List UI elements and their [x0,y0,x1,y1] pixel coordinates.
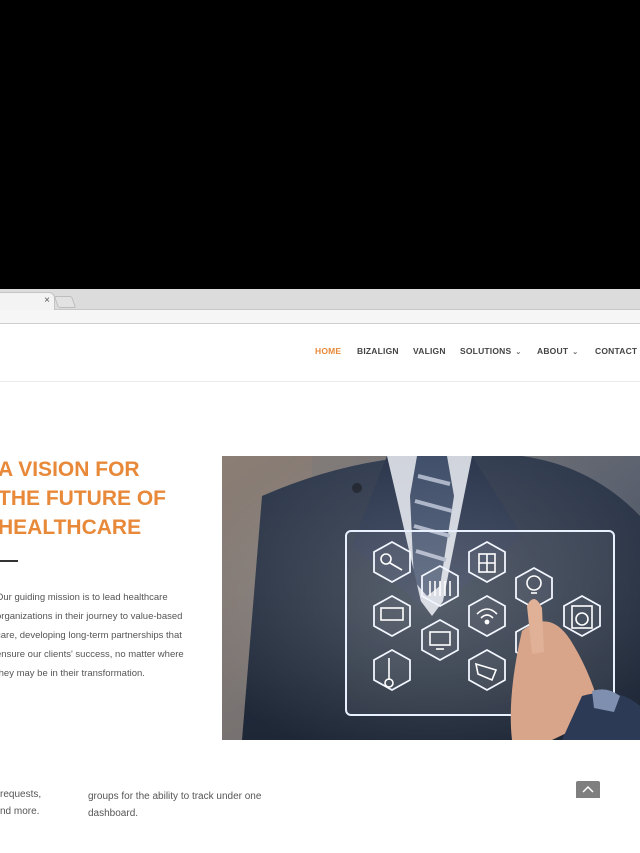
bottom-left-text: requests, nd more. [0,786,41,820]
black-letterbox [0,0,640,289]
mission-line: care, developing long-term partnerships … [0,630,182,641]
nav-valign[interactable]: VALIGN [413,346,446,356]
nav-bizalign[interactable]: BIZALIGN [357,346,399,356]
mission-line: ensure our clients' success, no matter w… [0,649,184,660]
nav-home[interactable]: HOME [315,346,341,356]
tab-strip: × [0,289,640,310]
businessman-touchscreen-illustration [222,456,640,740]
hero-title-line: HEALTHCARE [0,516,142,539]
mission-line: organizations in their journey to value-… [0,611,183,622]
hero-image [222,456,640,740]
bottom-mid-line: dashboard. [88,808,139,819]
browser-tab[interactable]: × [0,292,55,310]
browser-toolbar [0,310,640,323]
hero-title: A VISION FOR THE FUTURE OF HEALTHCARE [0,455,213,542]
nav-about[interactable]: ABOUT ⌄ [537,346,578,356]
bottom-mid-line: groups for the ability to track under on… [88,791,262,802]
chevron-up-icon [582,785,594,793]
nav-about-label: ABOUT [537,346,569,356]
chevron-down-icon: ⌄ [515,349,522,356]
title-divider [0,560,18,562]
chevron-down-icon: ⌄ [572,349,579,356]
hero-title-line: A VISION FOR [0,458,140,481]
nav-solutions-label: SOLUTIONS [460,346,512,356]
nav-contact[interactable]: CONTACT U [595,346,640,356]
scroll-to-top-button[interactable] [576,781,600,798]
nav-solutions[interactable]: SOLUTIONS ⌄ [460,346,521,356]
mission-statement: Our guiding mission is to lead healthcar… [0,588,196,683]
hero-title-line: THE FUTURE OF [0,487,166,510]
mission-line: they may be in their transformation. [0,668,145,679]
bottom-left-line: nd more. [0,806,40,817]
browser-chrome: × [0,289,640,324]
web-page: HOME BIZALIGN VALIGN SOLUTIONS ⌄ ABOUT ⌄ C… [0,324,640,853]
bottom-middle-text: groups for the ability to track under on… [88,788,261,822]
main-navigation: HOME BIZALIGN VALIGN SOLUTIONS ⌄ ABOUT ⌄ C… [0,324,640,382]
close-tab-icon[interactable]: × [44,294,50,308]
new-tab-button[interactable] [53,296,77,308]
bottom-left-line: requests, [0,789,42,800]
mission-line: Our guiding mission is to lead healthcar… [0,592,168,603]
